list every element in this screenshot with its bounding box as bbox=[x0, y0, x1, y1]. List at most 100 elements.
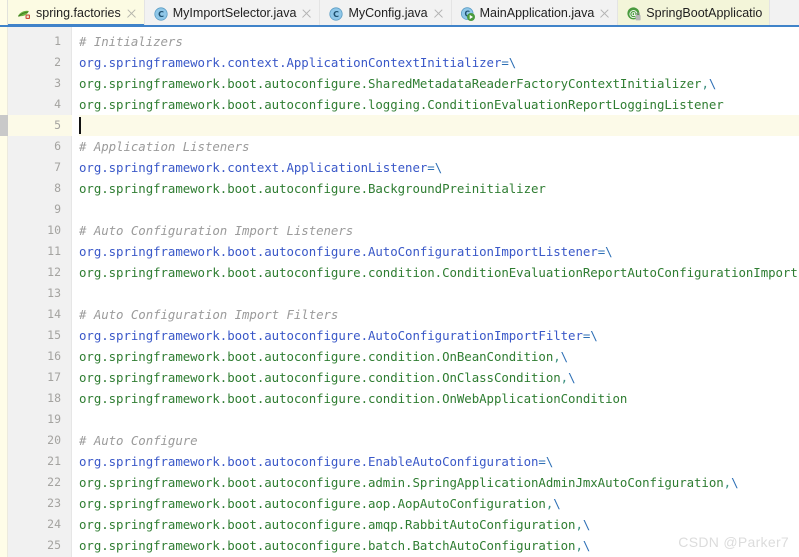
code-line[interactable]: org.springframework.boot.autoconfigure.S… bbox=[79, 73, 799, 94]
java-annotation-icon: @ bbox=[627, 6, 641, 21]
line-number: 7 bbox=[54, 160, 61, 174]
code-token-cont: \ bbox=[553, 496, 561, 511]
code-line[interactable] bbox=[79, 199, 799, 220]
line-number: 24 bbox=[47, 517, 61, 531]
code-token-val: org.springframework.boot.autoconfigure.a… bbox=[79, 517, 576, 532]
code-token-cont: \ bbox=[560, 349, 569, 364]
code-token-cont: \ bbox=[508, 55, 517, 70]
code-line[interactable]: org.springframework.boot.autoconfigure.b… bbox=[79, 535, 799, 556]
code-token-key: org.springframework.boot.autoconfigure.A… bbox=[79, 244, 598, 259]
code-line[interactable]: # Initializers bbox=[79, 31, 799, 52]
java-class-icon: C bbox=[329, 6, 344, 21]
line-number: 25 bbox=[47, 538, 61, 552]
line-number: 8 bbox=[54, 181, 61, 195]
code-line[interactable]: org.springframework.boot.autoconfigure.a… bbox=[79, 514, 799, 535]
code-line[interactable]: # Auto Configure bbox=[79, 430, 799, 451]
tab-close-icon[interactable] bbox=[126, 8, 137, 19]
code-token-cont: \ bbox=[605, 244, 613, 259]
code-line[interactable]: org.springframework.boot.autoconfigure.A… bbox=[79, 325, 799, 346]
code-line[interactable]: # Auto Configuration Import Listeners bbox=[79, 220, 799, 241]
line-number: 2 bbox=[54, 55, 61, 69]
line-number: 12 bbox=[47, 265, 61, 279]
code-content-area[interactable]: # Initializers org.springframework.contex… bbox=[72, 27, 799, 557]
line-number: 10 bbox=[47, 223, 61, 237]
code-line[interactable]: org.springframework.context.ApplicationC… bbox=[79, 52, 799, 73]
editor-tab[interactable]: @ SpringBootApplicatio bbox=[618, 0, 771, 27]
code-token-comment: # Auto Configuration Import Filters bbox=[79, 307, 339, 322]
editor-tab-bar: spring.factories C MyImportSelector.java C M… bbox=[0, 0, 799, 27]
code-line[interactable]: org.springframework.boot.autoconfigure.c… bbox=[79, 367, 799, 388]
code-token-cont: \ bbox=[731, 475, 739, 490]
editor-tab[interactable]: C MainApplication.java bbox=[451, 0, 619, 27]
line-number: 6 bbox=[54, 139, 61, 153]
ide-editor-window: spring.factories C MyImportSelector.java C M… bbox=[0, 0, 799, 557]
code-line[interactable]: org.springframework.boot.autoconfigure.l… bbox=[79, 94, 799, 115]
line-number: 22 bbox=[47, 475, 61, 489]
code-token-sep: , bbox=[723, 475, 732, 490]
line-number-gutter[interactable]: 1 2 3 4 5 6 7 8 9 10 11 12 13 14 15 16 17 18 19 20 21 22 23 24 2… bbox=[8, 27, 72, 557]
tab-close-icon[interactable] bbox=[301, 8, 312, 19]
line-number: 18 bbox=[47, 391, 61, 405]
current-line-gutter-highlight bbox=[8, 115, 72, 136]
changed-line-marker[interactable] bbox=[0, 115, 8, 136]
line-number: 1 bbox=[54, 34, 61, 48]
line-number: 15 bbox=[47, 328, 61, 342]
code-line[interactable] bbox=[79, 115, 799, 136]
code-line[interactable]: # Auto Configuration Import Filters bbox=[79, 304, 799, 325]
code-token-val: org.springframework.boot.autoconfigure.c… bbox=[79, 391, 628, 406]
code-token-val: org.springframework.boot.autoconfigure.c… bbox=[79, 349, 554, 364]
code-token-cont: \ bbox=[582, 517, 591, 532]
tab-close-icon[interactable] bbox=[433, 8, 444, 19]
code-token-cont: \ bbox=[545, 454, 554, 469]
annotation-strip[interactable] bbox=[0, 27, 8, 557]
code-line[interactable]: org.springframework.boot.autoconfigure.A… bbox=[79, 241, 799, 262]
code-token-op: = bbox=[501, 55, 509, 70]
code-token-sep: , bbox=[701, 76, 709, 91]
code-token-sep: , bbox=[575, 517, 583, 532]
code-line[interactable]: # Application Listeners bbox=[79, 136, 799, 157]
code-token-comment: # Initializers bbox=[79, 34, 183, 49]
code-line[interactable] bbox=[79, 283, 799, 304]
editor-tab[interactable]: C MyImportSelector.java bbox=[144, 0, 321, 27]
code-token-sep: , bbox=[560, 370, 569, 385]
line-number: 13 bbox=[47, 286, 61, 300]
editor-tab-label: spring.factories bbox=[36, 6, 121, 20]
editor-tab[interactable]: C MyConfig.java bbox=[320, 0, 452, 27]
code-token-val: org.springframework.boot.autoconfigure.B… bbox=[79, 181, 546, 196]
code-token-op: = bbox=[427, 160, 435, 175]
code-token-val: org.springframework.boot.autoconfigure.b… bbox=[79, 538, 576, 553]
line-number: 5 bbox=[54, 118, 61, 132]
svg-text:C: C bbox=[158, 10, 164, 19]
tab-close-icon[interactable] bbox=[599, 8, 610, 19]
code-token-sep: , bbox=[575, 538, 583, 553]
code-token-cont: \ bbox=[708, 76, 717, 91]
code-token-cont: \ bbox=[568, 370, 576, 385]
editor-tab[interactable]: spring.factories bbox=[8, 0, 145, 27]
line-number: 11 bbox=[47, 244, 61, 258]
code-line[interactable]: org.springframework.boot.autoconfigure.a… bbox=[79, 493, 799, 514]
code-token-key: org.springframework.boot.autoconfigure.A… bbox=[79, 328, 583, 343]
code-token-comment: # Auto Configuration Import Listeners bbox=[79, 223, 354, 238]
code-token-cont: \ bbox=[590, 328, 598, 343]
code-token-val: org.springframework.boot.autoconfigure.l… bbox=[79, 97, 724, 112]
code-line[interactable]: org.springframework.boot.autoconfigure.E… bbox=[79, 451, 799, 472]
editor-area: 1 2 3 4 5 6 7 8 9 10 11 12 13 14 15 16 17 18 19 20 21 22 23 24 2… bbox=[0, 27, 799, 557]
editor-tab-label: SpringBootApplicatio bbox=[646, 6, 763, 20]
code-token-op: = bbox=[538, 454, 546, 469]
code-line[interactable]: org.springframework.context.ApplicationL… bbox=[79, 157, 799, 178]
java-class-icon: C bbox=[154, 6, 168, 21]
code-token-val: org.springframework.boot.autoconfigure.c… bbox=[79, 265, 799, 280]
code-line[interactable]: org.springframework.boot.autoconfigure.c… bbox=[79, 388, 799, 409]
line-number: 20 bbox=[47, 433, 61, 447]
editor-tab-label: MyImportSelector.java bbox=[172, 6, 297, 20]
editor-tab-label: MyConfig.java bbox=[348, 6, 428, 20]
code-line[interactable]: org.springframework.boot.autoconfigure.c… bbox=[79, 346, 799, 367]
code-line[interactable]: org.springframework.boot.autoconfigure.a… bbox=[79, 472, 799, 493]
code-line[interactable] bbox=[79, 409, 799, 430]
line-number: 4 bbox=[54, 97, 61, 111]
editor-tab-label: MainApplication.java bbox=[479, 6, 595, 20]
line-number: 17 bbox=[47, 370, 61, 384]
line-number: 19 bbox=[47, 412, 61, 426]
code-line[interactable]: org.springframework.boot.autoconfigure.c… bbox=[79, 262, 799, 283]
code-line[interactable]: org.springframework.boot.autoconfigure.B… bbox=[79, 178, 799, 199]
